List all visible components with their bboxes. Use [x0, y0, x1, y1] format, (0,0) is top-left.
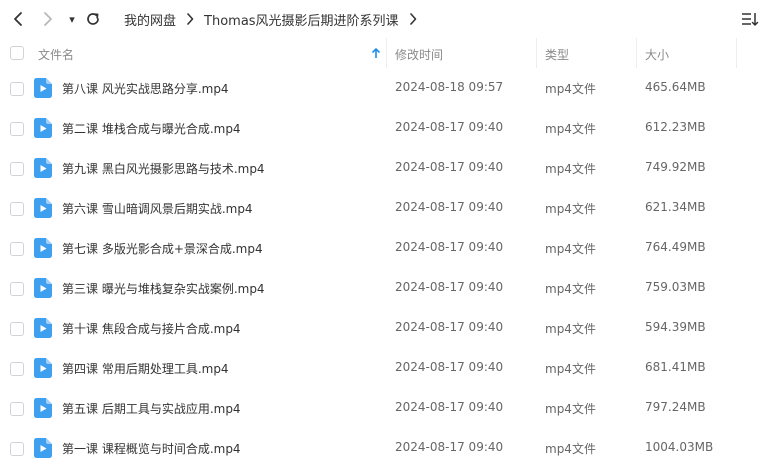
video-file-icon [34, 358, 52, 378]
row-checkbox[interactable] [10, 242, 24, 256]
file-name[interactable]: 第五课 后期工具与实战应用.mp4 [62, 400, 241, 417]
row-checkbox[interactable] [10, 402, 24, 416]
column-divider[interactable] [636, 38, 637, 68]
sort-ascending-icon[interactable] [372, 48, 380, 59]
file-type: mp4文件 [545, 122, 596, 136]
file-type: mp4文件 [545, 82, 596, 96]
file-size: 797.24MB [645, 400, 706, 414]
file-name[interactable]: 第十课 焦段合成与接片合成.mp4 [62, 320, 241, 337]
file-modified-time: 2024-08-17 09:40 [395, 320, 504, 334]
file-size: 1004.03MB [645, 440, 714, 454]
file-size: 465.64MB [645, 80, 706, 94]
file-type: mp4文件 [545, 442, 596, 456]
file-name[interactable]: 第六课 雪山暗调风景后期实战.mp4 [62, 200, 253, 217]
file-type: mp4文件 [545, 202, 596, 216]
refresh-button[interactable] [83, 8, 103, 30]
file-row[interactable]: 第二课 堆栈合成与曝光合成.mp4 2024-08-17 09:40 mp4文件 61… [0, 108, 770, 148]
file-name[interactable]: 第二课 堆栈合成与曝光合成.mp4 [62, 120, 241, 137]
row-checkbox[interactable] [10, 202, 24, 216]
column-divider[interactable] [386, 38, 387, 68]
file-type: mp4文件 [545, 242, 596, 256]
file-modified-time: 2024-08-17 09:40 [395, 440, 504, 454]
file-modified-time: 2024-08-17 09:40 [395, 240, 504, 254]
file-name[interactable]: 第七课 多版光影合成+景深合成.mp4 [62, 240, 263, 257]
back-button[interactable] [8, 8, 28, 30]
refresh-icon [87, 13, 99, 25]
file-name[interactable]: 第九课 黑白风光摄影思路与技术.mp4 [62, 160, 265, 177]
row-checkbox[interactable] [10, 122, 24, 136]
file-row[interactable]: 第十课 焦段合成与接片合成.mp4 2024-08-17 09:40 mp4文件 59… [0, 308, 770, 348]
row-checkbox[interactable] [10, 282, 24, 296]
file-name[interactable]: 第八课 风光实战思路分享.mp4 [62, 80, 229, 97]
file-size: 764.49MB [645, 240, 706, 254]
forward-button[interactable] [38, 8, 58, 30]
breadcrumb-item-root[interactable]: 我的网盘 [124, 10, 176, 29]
file-row[interactable]: 第九课 黑白风光摄影思路与技术.mp4 2024-08-17 09:40 mp4文件… [0, 148, 770, 188]
row-checkbox[interactable] [10, 322, 24, 336]
file-modified-time: 2024-08-17 09:40 [395, 360, 504, 374]
file-size: 594.39MB [645, 320, 706, 334]
column-header-modified[interactable]: 修改时间 [395, 46, 443, 63]
file-type: mp4文件 [545, 282, 596, 296]
file-row[interactable]: 第六课 雪山暗调风景后期实战.mp4 2024-08-17 09:40 mp4文件 6… [0, 188, 770, 228]
file-name[interactable]: 第四课 常用后期处理工具.mp4 [62, 360, 229, 377]
file-type: mp4文件 [545, 162, 596, 176]
column-header: 文件名 修改时间 类型 大小 [0, 38, 770, 68]
file-modified-time: 2024-08-17 09:40 [395, 120, 504, 134]
column-divider[interactable] [736, 38, 737, 68]
video-file-icon [34, 238, 52, 258]
file-row[interactable]: 第四课 常用后期处理工具.mp4 2024-08-17 09:40 mp4文件 681… [0, 348, 770, 388]
chevron-right-icon [44, 12, 52, 26]
video-file-icon [34, 78, 52, 98]
file-row[interactable]: 第一课 课程概览与时间合成.mp4 2024-08-17 09:40 mp4文件 10… [0, 428, 770, 468]
column-header-name[interactable]: 文件名 [38, 46, 74, 63]
row-checkbox[interactable] [10, 82, 24, 96]
sort-menu-button[interactable] [740, 9, 760, 29]
chevron-left-icon [14, 12, 22, 26]
file-list: 第八课 风光实战思路分享.mp4 2024-08-18 09:57 mp4文件 465… [0, 68, 770, 468]
file-modified-time: 2024-08-17 09:40 [395, 160, 504, 174]
video-file-icon [34, 118, 52, 138]
file-row[interactable]: 第七课 多版光影合成+景深合成.mp4 2024-08-17 09:40 mp4文件… [0, 228, 770, 268]
breadcrumb-chevron-icon [186, 13, 194, 25]
video-file-icon [34, 438, 52, 458]
video-file-icon [34, 398, 52, 418]
video-file-icon [34, 198, 52, 218]
file-row[interactable]: 第三课 曝光与堆栈复杂实战案例.mp4 2024-08-17 09:40 mp4文件… [0, 268, 770, 308]
row-checkbox[interactable] [10, 162, 24, 176]
video-file-icon [34, 278, 52, 298]
toolbar: ▾ 我的网盘 Thomas风光摄影后期进阶系列课 [0, 0, 770, 38]
file-type: mp4文件 [545, 362, 596, 376]
breadcrumb: 我的网盘 Thomas风光摄影后期进阶系列课 [124, 9, 427, 29]
file-type: mp4文件 [545, 322, 596, 336]
file-size: 612.23MB [645, 120, 706, 134]
file-size: 621.34MB [645, 200, 706, 214]
breadcrumb-item-folder[interactable]: Thomas风光摄影后期进阶系列课 [204, 10, 399, 29]
column-header-type[interactable]: 类型 [545, 46, 569, 63]
breadcrumb-chevron-icon [409, 13, 417, 25]
select-all-checkbox[interactable] [10, 46, 24, 60]
file-size: 681.41MB [645, 360, 706, 374]
file-modified-time: 2024-08-17 09:40 [395, 200, 504, 214]
file-size: 759.03MB [645, 280, 706, 294]
column-divider[interactable] [536, 38, 537, 68]
file-modified-time: 2024-08-17 09:40 [395, 280, 504, 294]
history-dropdown[interactable]: ▾ [62, 8, 82, 30]
file-row[interactable]: 第八课 风光实战思路分享.mp4 2024-08-18 09:57 mp4文件 465… [0, 68, 770, 108]
row-checkbox[interactable] [10, 442, 24, 456]
file-type: mp4文件 [545, 402, 596, 416]
file-row[interactable]: 第五课 后期工具与实战应用.mp4 2024-08-17 09:40 mp4文件 79… [0, 388, 770, 428]
file-modified-time: 2024-08-17 09:40 [395, 400, 504, 414]
sort-lines-icon [742, 13, 759, 26]
video-file-icon [34, 158, 52, 178]
file-name[interactable]: 第三课 曝光与堆栈复杂实战案例.mp4 [62, 280, 265, 297]
file-modified-time: 2024-08-18 09:57 [395, 80, 504, 94]
caret-down-icon: ▾ [69, 12, 75, 26]
file-name[interactable]: 第一课 课程概览与时间合成.mp4 [62, 440, 241, 457]
file-size: 749.92MB [645, 160, 706, 174]
row-checkbox[interactable] [10, 362, 24, 376]
video-file-icon [34, 318, 52, 338]
column-header-size[interactable]: 大小 [645, 46, 669, 63]
